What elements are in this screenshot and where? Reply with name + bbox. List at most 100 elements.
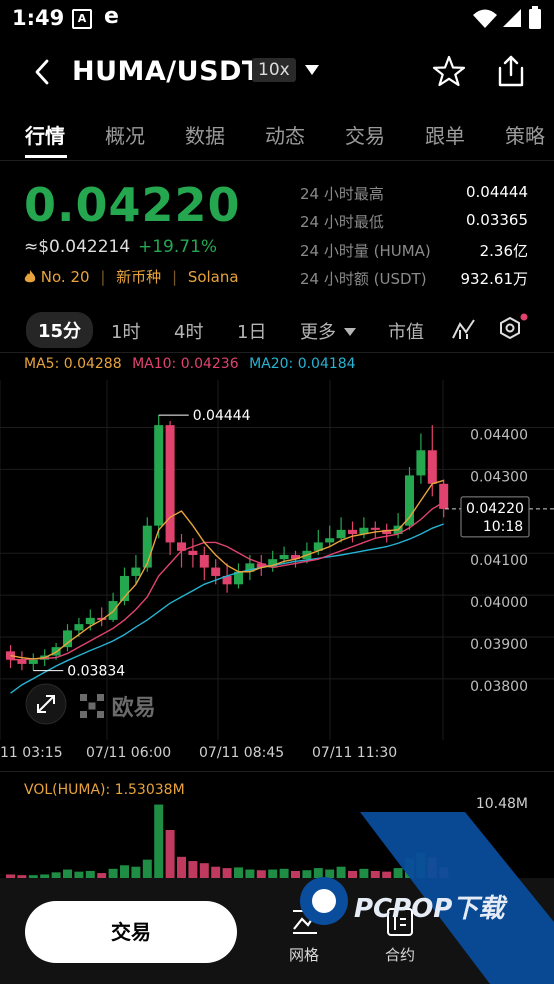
volume-bar — [222, 868, 232, 878]
stat-turnover-value: 932.61万 — [460, 270, 529, 288]
volume-divider — [0, 771, 554, 772]
stat-volume-label: 24 小时量 (HUMA) — [300, 242, 431, 260]
pair-dropdown-icon[interactable] — [304, 64, 320, 76]
price-change: +19.71% — [138, 237, 218, 257]
candle-countdown: 10:18 — [483, 519, 523, 535]
tab-news[interactable]: 动态 — [265, 120, 305, 149]
candle-body — [211, 567, 221, 576]
low-marker-label: 0.03834 — [67, 664, 125, 680]
volume-bar — [234, 867, 243, 878]
last-price: 0.04220 — [24, 178, 241, 232]
price-tick-label: 0.04100 — [470, 553, 528, 569]
volume-bar — [108, 868, 118, 878]
candles — [6, 415, 449, 671]
candle-body — [154, 425, 164, 526]
back-arrow-icon[interactable] — [33, 58, 51, 86]
chart-settings-icon[interactable] — [496, 312, 530, 344]
candle-body — [165, 425, 175, 543]
rank-label[interactable]: No. 20 — [41, 268, 90, 286]
candle-body — [199, 555, 209, 568]
tab-trades[interactable]: 交易 — [345, 120, 385, 149]
status-bar: 1:49 A e — [0, 0, 554, 38]
status-time: 1:49 — [12, 6, 65, 30]
price-axis: 0.04400 0.04300 0.04100 0.04000 0.03900 0.038… — [470, 428, 528, 695]
candle-body — [28, 659, 38, 664]
volume-bar — [199, 863, 209, 878]
volume-bar — [85, 870, 95, 878]
stat-low-value: 0.03365 — [465, 211, 528, 229]
volume-bar — [131, 866, 141, 878]
volume-bar — [211, 866, 221, 878]
exchange-watermark-text: 欧易 — [111, 696, 156, 721]
fire-icon — [24, 270, 36, 283]
exchange-watermark: 欧易 — [80, 690, 156, 722]
tab-copy-trading[interactable]: 跟单 — [425, 120, 465, 149]
ma-legend: MA5: 0.04288 MA10: 0.04236 MA20: 0.04184 — [24, 356, 356, 372]
chain-tag[interactable]: Solana — [188, 268, 239, 286]
ma10-legend: MA10: 0.04236 — [132, 356, 239, 372]
price-tick-label: 0.04400 — [470, 428, 528, 444]
volume-bar — [268, 869, 278, 878]
candle-body — [439, 483, 449, 509]
tab-active-indicator — [25, 155, 67, 158]
price-tick-label: 0.04300 — [470, 469, 528, 485]
site-watermark-text: PCPOP下载 — [354, 894, 505, 924]
candle-body — [416, 450, 426, 476]
time-tick-2: 07/11 08:45 — [199, 745, 285, 761]
trade-button[interactable]: 交易 — [25, 901, 237, 963]
current-price-label: 0.04220 — [466, 501, 524, 517]
time-tick-3: 07/11 11:30 — [312, 745, 398, 761]
candle-body — [85, 617, 95, 625]
price-usd: ≈$0.042214 — [24, 237, 131, 257]
volume-bar — [256, 870, 266, 878]
tab-market[interactable]: 行情 — [25, 120, 65, 149]
market-cap-toggle[interactable]: 市值 — [388, 318, 424, 344]
candle-body — [74, 624, 84, 631]
time-tick-0: 11 03:15 — [0, 745, 63, 761]
coin-meta: No. 20 | 新币种 | Solana — [24, 266, 239, 287]
grid-trading-label[interactable]: 网格 — [289, 944, 319, 965]
interval-1h[interactable]: 1时 — [111, 318, 140, 344]
wifi-icon — [473, 9, 497, 28]
separator: | — [171, 268, 178, 286]
tab-strategy[interactable]: 策略 — [505, 120, 545, 149]
tab-data[interactable]: 数据 — [185, 120, 225, 149]
stat-turnover-label: 24 小时额 (USDT) — [300, 270, 427, 288]
site-watermark-logo-icon — [300, 877, 348, 925]
expand-chart-icon[interactable] — [25, 683, 67, 725]
candle-body — [348, 529, 357, 535]
candle-body — [336, 529, 346, 539]
interval-15m[interactable]: 15分 — [26, 312, 94, 348]
interval-4h[interactable]: 4时 — [174, 318, 203, 344]
notification-dot — [520, 313, 528, 321]
new-coin-tag[interactable]: 新币种 — [116, 268, 161, 286]
okx-logo-icon — [80, 694, 104, 718]
interval-1d[interactable]: 1日 — [237, 318, 266, 344]
volume-bar — [245, 869, 255, 878]
volume-bar — [154, 804, 164, 878]
time-tick-1: 07/11 06:00 — [86, 745, 172, 761]
ma5-legend: MA5: 0.04288 — [24, 356, 122, 372]
candle-body — [370, 527, 380, 530]
share-icon[interactable] — [496, 54, 526, 88]
candle-body — [131, 567, 141, 576]
star-icon[interactable] — [432, 55, 466, 87]
interval-more-label: 更多 — [300, 322, 336, 343]
volume-bar — [279, 868, 289, 878]
interval-more[interactable]: 更多 — [300, 318, 356, 344]
high-marker-label: 0.04444 — [193, 408, 251, 424]
candle-body — [279, 555, 289, 560]
price-chart[interactable]: 0.04400 0.04300 0.04100 0.04000 0.03900 0.038… — [0, 380, 554, 740]
stat-low-label: 24 小时最低 — [300, 213, 384, 231]
indicator-icon[interactable] — [452, 318, 476, 340]
tab-overview[interactable]: 概况 — [105, 120, 145, 149]
stat-high-label: 24 小时最高 — [300, 185, 384, 203]
battery-icon — [529, 6, 541, 29]
volume-legend: VOL(HUMA): 1.53038M — [24, 782, 185, 798]
volume-bar — [177, 856, 186, 878]
pair-title[interactable]: HUMA/USDT — [72, 56, 261, 87]
stat-volume-value: 2.36亿 — [479, 242, 528, 260]
candle-body — [427, 450, 437, 484]
candle-body — [188, 550, 198, 555]
candle-body — [325, 538, 335, 543]
